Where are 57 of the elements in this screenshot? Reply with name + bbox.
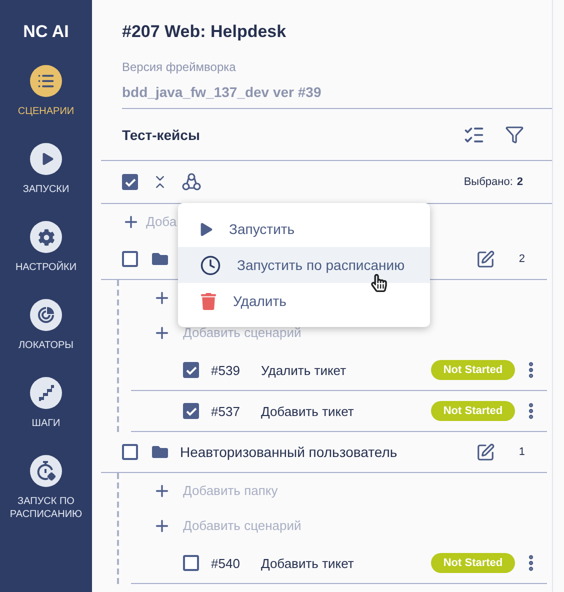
menu-item[interactable]: Запустить по расписанию xyxy=(178,247,430,283)
check-icon xyxy=(186,366,196,374)
case-number: #540 xyxy=(211,556,241,570)
nav-label[interactable]: ЛОКАТОРЫ xyxy=(18,339,74,352)
folder-icon xyxy=(152,444,168,460)
field-label: Версия фреймворка xyxy=(122,60,237,74)
folder-icon xyxy=(152,251,168,267)
nav-icon[interactable] xyxy=(30,143,62,175)
status-badge: Not Started xyxy=(431,401,515,421)
stairs-icon xyxy=(37,384,55,402)
timer-gear-icon xyxy=(36,461,56,481)
checkbox[interactable] xyxy=(122,251,138,267)
checkbox[interactable] xyxy=(122,444,138,460)
radar-icon xyxy=(37,306,55,324)
filter-icon[interactable] xyxy=(505,125,524,144)
status-badge: Not Started xyxy=(431,553,515,573)
logo: NC AI xyxy=(23,22,69,42)
folder-count: 2 xyxy=(518,253,525,265)
checkbox[interactable] xyxy=(183,362,199,378)
folder-count: 1 xyxy=(518,446,525,458)
play-icon xyxy=(200,222,213,236)
nodes-icon[interactable] xyxy=(182,173,201,191)
check-icon xyxy=(186,406,196,416)
case-title[interactable]: Удалить тикет xyxy=(261,362,431,378)
nav-icon[interactable] xyxy=(30,455,62,487)
nav-icon[interactable] xyxy=(30,65,62,97)
section-title: Тест-кейсы xyxy=(122,126,201,142)
case-number: #539 xyxy=(211,362,241,378)
menu-item[interactable]: Запустить xyxy=(178,211,430,247)
selected-count: Выбрано: 2 xyxy=(464,176,523,188)
case-title[interactable]: Добавить тикет xyxy=(261,556,431,570)
nav-label[interactable]: ЗАПУСК ПО РАСПИСАНИЮ xyxy=(0,495,92,521)
nav-icon[interactable] xyxy=(30,377,62,409)
gear-icon xyxy=(38,228,54,246)
nav-label[interactable]: СЦЕНАРИИ xyxy=(18,105,74,118)
menu-item[interactable]: Удалить xyxy=(178,283,430,319)
case-title[interactable]: Добавить тикет xyxy=(261,404,431,418)
list-icon xyxy=(37,72,55,90)
edit-icon[interactable] xyxy=(476,442,495,462)
nav-icon[interactable] xyxy=(30,299,62,331)
clock-icon xyxy=(200,254,221,276)
nav-label[interactable]: НАСТРОЙКИ xyxy=(15,261,77,274)
nav-label[interactable]: ШАГИ xyxy=(32,417,60,430)
checkbox[interactable] xyxy=(183,555,199,571)
status-badge: Not Started xyxy=(431,360,515,380)
checkbox[interactable] xyxy=(183,403,199,419)
page-title: #207 Web: Helpdesk xyxy=(122,22,288,43)
hand-cursor-icon xyxy=(370,274,388,292)
case-number: #537 xyxy=(211,404,241,418)
nav-label[interactable]: ЗАПУСКИ xyxy=(22,183,70,196)
edit-icon[interactable] xyxy=(476,250,495,268)
check-icon xyxy=(124,178,136,186)
nav-icon[interactable] xyxy=(30,221,62,253)
checkbox[interactable] xyxy=(122,174,138,190)
folder-name[interactable]: Неавторизованный пользователь xyxy=(180,444,476,460)
play-icon xyxy=(42,153,54,165)
trash-icon xyxy=(200,292,217,310)
